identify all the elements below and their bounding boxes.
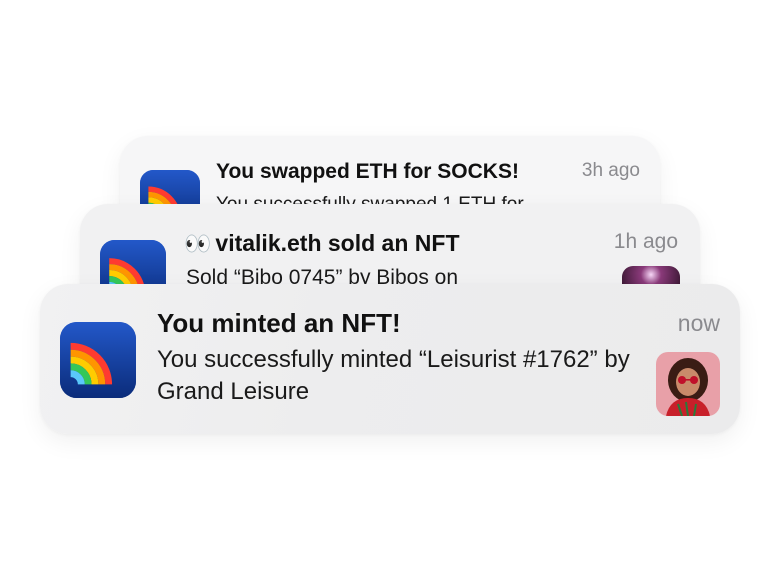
notification-time: 3h ago — [581, 160, 640, 181]
eyes-emoji-icon: 👀 — [184, 231, 212, 256]
notification-card-minted-nft[interactable]: You minted an NFT! You successfully mint… — [40, 284, 740, 434]
notification-title: You swapped ETH for SOCKS! — [216, 160, 519, 183]
notification-body: You successfully minted “Leisurist #1762… — [157, 346, 630, 405]
nft-thumbnail-portrait — [656, 352, 720, 416]
notification-title: You minted an NFT! — [157, 308, 401, 338]
notification-time: now — [677, 310, 720, 336]
rainbow-icon-graphic — [60, 322, 136, 398]
notification-title: 👀 vitalik.eth sold an NFT — [184, 230, 460, 257]
notification-title-text: vitalik.eth sold an NFT — [215, 230, 460, 256]
notification-stack: You swapped ETH for SOCKS! You successfu… — [0, 0, 780, 570]
notification-time: 1h ago — [613, 230, 678, 253]
rainbow-app-icon — [60, 322, 136, 398]
